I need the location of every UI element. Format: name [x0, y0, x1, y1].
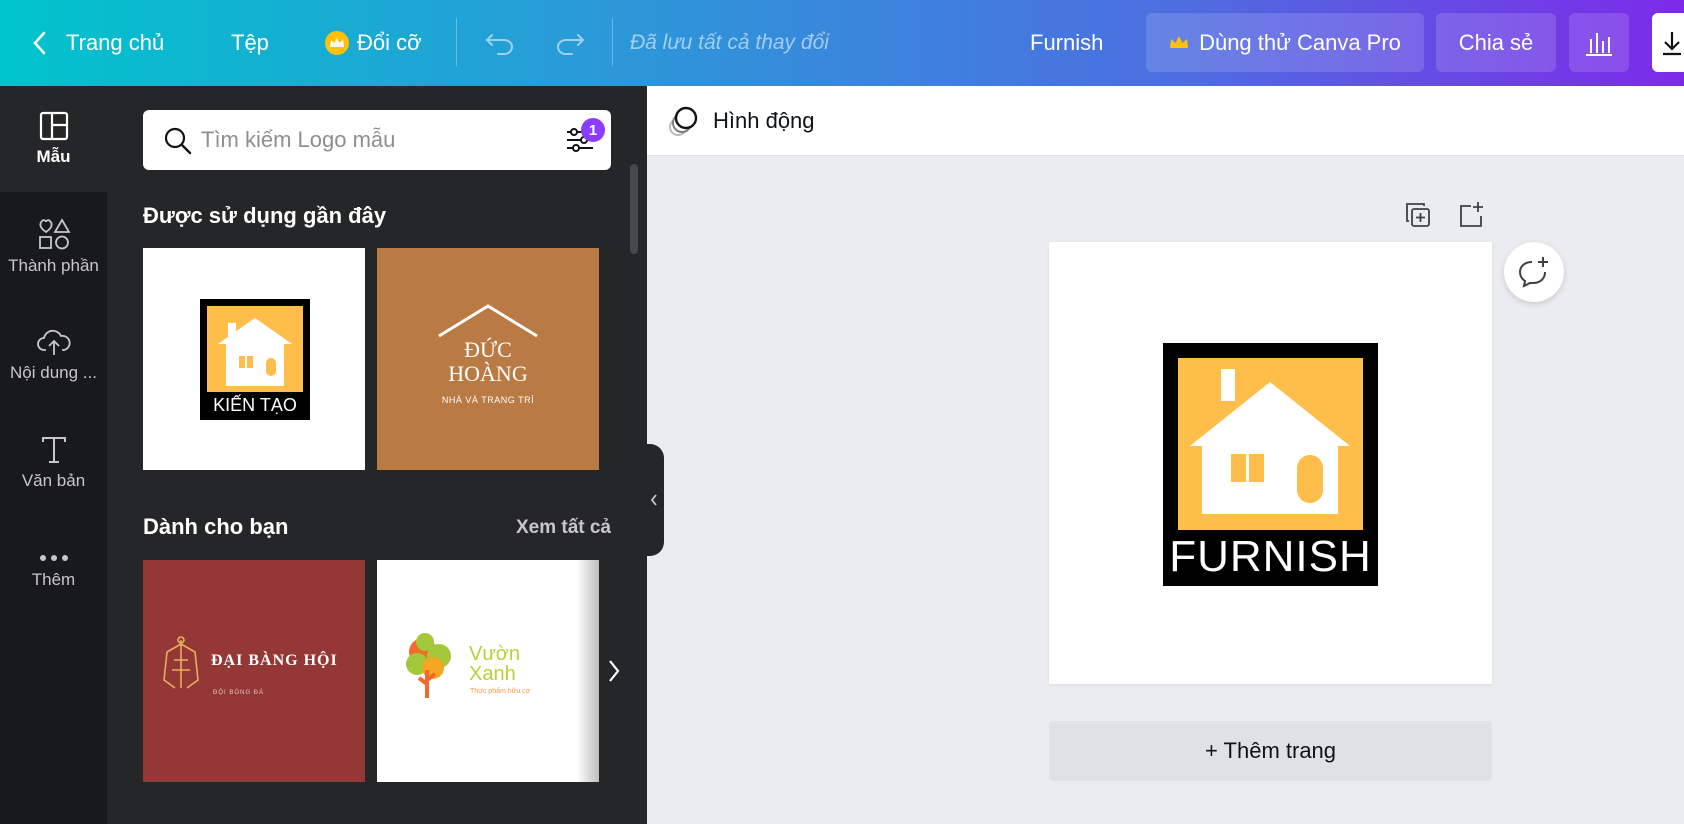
furnish-logo [1163, 343, 1378, 586]
upload-cloud-icon [36, 329, 71, 355]
side-rail: Mẫu Thành phần Nội dung ... Văn bản Thêm [0, 86, 107, 824]
duplicate-page-button[interactable] [1403, 200, 1433, 230]
download-button[interactable] [1652, 13, 1684, 72]
resize-button[interactable]: Đổi cỡ [325, 0, 422, 86]
chevron-left-icon [33, 31, 46, 55]
template-thumbnail[interactable]: ĐẠI BÀNG HỘI ĐỘI BÓNG ĐÁ [143, 560, 365, 782]
template-icon [39, 111, 68, 141]
template-title: ĐỨC HOÀNG [377, 338, 599, 386]
design-name[interactable]: Furnish [1030, 0, 1103, 86]
undo-button[interactable] [484, 0, 516, 86]
redo-icon [557, 34, 585, 55]
home-label: Trang chủ [66, 30, 165, 55]
add-page-icon [1460, 202, 1483, 227]
see-all-link[interactable]: Xem tất cả [516, 517, 611, 539]
file-menu[interactable]: Tệp [231, 0, 269, 86]
title-line: ĐỨC [464, 337, 512, 362]
add-page-button[interactable]: + Thêm trang [1049, 721, 1492, 781]
insights-button[interactable] [1569, 13, 1629, 72]
bar-chart-icon [1586, 32, 1612, 56]
template-thumbnail[interactable]: ĐỨC HOÀNG NHÀ VÀ TRANG TRÍ [377, 248, 599, 470]
filter-count-badge: 1 [581, 118, 605, 142]
crown-icon [325, 31, 349, 55]
divider [456, 18, 457, 66]
template-thumbnail[interactable]: Vườn Xanh Thực phẩm hữu cơ [377, 560, 599, 782]
rail-item-uploads[interactable]: Nội dung ... [0, 302, 107, 408]
rail-item-more[interactable]: Thêm [0, 518, 107, 624]
rail-item-text[interactable]: Văn bản [0, 410, 107, 516]
undo-icon [485, 34, 513, 55]
animate-label: Hình động [713, 108, 815, 133]
title-line: Xanh [469, 663, 516, 685]
saved-status: Đã lưu tất cả thay đổi [630, 31, 829, 54]
logo-text: FURNISH [1169, 532, 1372, 581]
animate-button[interactable]: Hình động [667, 86, 815, 156]
add-comment-button[interactable] [1504, 242, 1564, 302]
top-bar: Trang chủ Tệp Đổi cỡ Đã lưu tất cả thay … [0, 0, 1684, 86]
next-arrow-button[interactable] [599, 656, 629, 686]
redo-button[interactable] [554, 0, 586, 86]
template-thumbnail[interactable]: KIẾN TẠO [143, 248, 365, 470]
design-page[interactable]: FURNISH [1049, 242, 1492, 684]
chevron-right-icon [609, 660, 620, 682]
try-pro-button[interactable]: Dùng thử Canva Pro [1146, 13, 1424, 72]
for-you-section-title: Dành cho bạn [143, 514, 289, 539]
search-box: 1 [143, 110, 611, 170]
rail-label: Văn bản [21, 471, 86, 490]
share-label: Chia sẻ [1458, 29, 1534, 55]
more-icon [39, 555, 68, 561]
title-line: HOÀNG [448, 361, 528, 386]
share-button[interactable]: Chia sẻ [1436, 13, 1556, 72]
recent-section-title: Được sử dụng gần đây [143, 203, 387, 228]
try-pro-label: Dùng thử Canva Pro [1199, 29, 1401, 55]
resize-label: Đổi cỡ [357, 30, 422, 55]
rail-item-templates[interactable]: Mẫu [0, 86, 107, 192]
crown-icon [1170, 35, 1189, 48]
template-subtitle: Thực phẩm hữu cơ [470, 688, 531, 695]
download-icon [1663, 31, 1681, 55]
chevron-left-icon [650, 494, 657, 506]
search-icon [164, 127, 192, 155]
home-button[interactable]: Trang chủ [30, 0, 164, 86]
template-title: ĐẠI BÀNG HỘI [211, 652, 338, 669]
template-title: KIẾN TẠO [213, 395, 297, 415]
editor-toolbar: Hình động [647, 86, 1684, 156]
add-page-icon-button[interactable] [1456, 200, 1486, 230]
panel-scrollbar[interactable] [630, 164, 638, 254]
rail-label: Nội dung ... [10, 363, 97, 382]
templates-panel: 1 Được sử dụng gần đây KIẾN TẠO ĐỨC HOÀN… [107, 86, 647, 824]
animate-icon [669, 106, 698, 136]
rail-label: Thêm [31, 570, 76, 589]
divider [612, 18, 613, 66]
template-title: Vườn Xanh [469, 644, 520, 684]
rail-label: Thành phần [8, 256, 99, 275]
rail-label: Mẫu [36, 147, 71, 166]
eagle-emblem [163, 636, 199, 689]
elements-icon [38, 218, 71, 250]
collapse-panel-button[interactable] [644, 444, 664, 556]
comment-plus-icon [1518, 257, 1548, 288]
template-subtitle: ĐỘI BÓNG ĐÁ [213, 690, 265, 696]
rail-item-elements[interactable]: Thành phần [0, 194, 107, 300]
text-icon [41, 437, 66, 463]
template-subtitle: NHÀ VÀ TRANG TRÍ [441, 395, 535, 405]
file-label: Tệp [231, 30, 269, 55]
search-input[interactable] [201, 127, 541, 153]
duplicate-icon [1406, 203, 1430, 227]
kien-tao-logo [200, 299, 310, 420]
title-line: Vườn [469, 643, 520, 665]
